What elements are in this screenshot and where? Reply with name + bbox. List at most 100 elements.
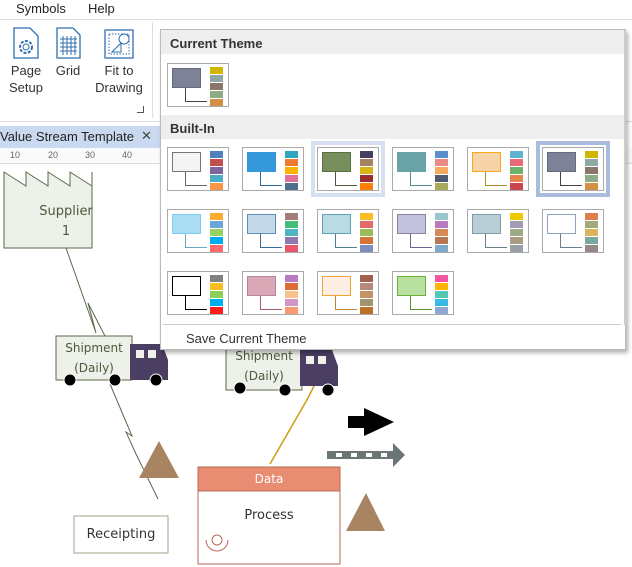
builtin-theme-6[interactable] — [536, 141, 610, 197]
grid-button[interactable]: Grid — [52, 26, 84, 79]
theme-connector — [560, 185, 582, 186]
document-tab[interactable]: Value Stream Template ✕ — [0, 126, 160, 148]
theme-connector — [485, 234, 486, 248]
grid-icon — [56, 27, 81, 59]
theme-color-swatch — [210, 183, 223, 190]
save-current-theme-button[interactable]: Save Current Theme — [186, 331, 306, 346]
receipting-label: Receipting — [86, 527, 156, 542]
theme-connector — [410, 234, 411, 248]
theme-color-swatch — [435, 221, 448, 228]
close-icon[interactable]: ✕ — [141, 128, 152, 144]
theme-shape-preview — [322, 276, 351, 296]
theme-color-swatch — [285, 275, 298, 282]
theme-color-swatch — [210, 99, 223, 106]
builtin-theme-5[interactable] — [467, 147, 529, 191]
builtin-theme-12[interactable] — [542, 209, 604, 253]
supplier-label: Supplier — [39, 204, 93, 219]
theme-connector — [260, 172, 261, 186]
builtin-theme-9[interactable] — [317, 209, 379, 253]
theme-shape-preview — [397, 214, 426, 234]
menu-symbols[interactable]: Symbols — [16, 1, 66, 16]
builtin-theme-8[interactable] — [242, 209, 304, 253]
theme-shape-preview — [247, 152, 276, 172]
theme-color-swatch — [435, 167, 448, 174]
theme-color-swatch — [360, 245, 373, 252]
builtin-theme-3[interactable] — [311, 141, 385, 197]
page-setup-button[interactable]: Page Setup — [8, 26, 44, 96]
theme-color-swatch — [285, 229, 298, 236]
theme-color-swatch — [210, 213, 223, 220]
theme-color-swatch — [360, 307, 373, 314]
theme-color-swatch — [285, 183, 298, 190]
builtin-theme-15[interactable] — [317, 271, 379, 315]
theme-color-swatch — [585, 229, 598, 236]
theme-color-swatch — [435, 291, 448, 298]
theme-color-swatch — [210, 167, 223, 174]
theme-shape-preview — [172, 152, 201, 172]
theme-color-swatch — [585, 167, 598, 174]
theme-color-swatch — [585, 175, 598, 182]
theme-connector — [260, 296, 261, 310]
theme-color-swatch — [285, 283, 298, 290]
dialog-launcher-icon[interactable] — [137, 106, 144, 113]
theme-color-swatch — [285, 307, 298, 314]
fit-to-drawing-icon — [104, 29, 134, 59]
builtin-theme-14[interactable] — [242, 271, 304, 315]
theme-connector — [260, 185, 282, 186]
builtin-theme-7[interactable] — [167, 209, 229, 253]
page-setup-icon — [13, 27, 39, 59]
theme-color-swatch — [210, 75, 223, 82]
ribbon-separator — [152, 22, 153, 118]
theme-color-swatch — [285, 159, 298, 166]
theme-color-swatch — [360, 299, 373, 306]
theme-shape-preview — [172, 214, 201, 234]
theme-color-swatch — [435, 245, 448, 252]
theme-shape-preview — [322, 152, 351, 172]
theme-color-swatch — [510, 237, 523, 244]
divider — [163, 324, 621, 325]
theme-connector — [410, 296, 411, 310]
theme-color-swatch — [285, 291, 298, 298]
theme-color-swatch — [210, 175, 223, 182]
theme-color-swatch — [210, 67, 223, 74]
theme-color-swatch — [285, 299, 298, 306]
builtin-theme-13[interactable] — [167, 271, 229, 315]
theme-color-swatch — [285, 175, 298, 182]
current-theme-thumb[interactable] — [167, 63, 229, 107]
theme-color-swatch — [510, 159, 523, 166]
theme-connector — [410, 309, 432, 310]
theme-color-swatch — [210, 245, 223, 252]
builtin-theme-2[interactable] — [242, 147, 304, 191]
scrollbar[interactable] — [624, 30, 626, 325]
theme-color-swatch — [210, 291, 223, 298]
builtin-theme-4[interactable] — [392, 147, 454, 191]
builtin-theme-11[interactable] — [467, 209, 529, 253]
theme-color-swatch — [510, 183, 523, 190]
fit-label: Fit to — [104, 63, 134, 78]
theme-shape-preview — [547, 214, 576, 234]
inventory-triangle — [139, 441, 179, 478]
ruler-tick: 40 — [122, 150, 133, 160]
page-setup-label-2: Setup — [9, 80, 43, 95]
theme-color-swatch — [510, 213, 523, 220]
menu-help[interactable]: Help — [88, 1, 115, 16]
theme-color-swatch — [360, 167, 373, 174]
theme-connector — [560, 247, 582, 248]
theme-color-swatch — [360, 175, 373, 182]
current-theme-heading: Current Theme — [161, 30, 625, 54]
builtin-theme-10[interactable] — [392, 209, 454, 253]
theme-color-swatch — [285, 245, 298, 252]
process-label: Process — [244, 508, 294, 523]
theme-connector — [260, 309, 282, 310]
theme-connector — [185, 309, 207, 310]
theme-color-swatch — [210, 83, 223, 90]
theme-connector — [185, 101, 207, 102]
builtin-theme-16[interactable] — [392, 271, 454, 315]
theme-color-swatch — [285, 237, 298, 244]
page-setup-label: Page — [10, 63, 42, 78]
builtin-heading: Built-In — [161, 115, 625, 139]
grid-label: Grid — [55, 63, 81, 78]
builtin-theme-1[interactable] — [167, 147, 229, 191]
theme-color-swatch — [210, 221, 223, 228]
fit-to-drawing-button[interactable]: Fit to Drawing — [94, 26, 144, 96]
